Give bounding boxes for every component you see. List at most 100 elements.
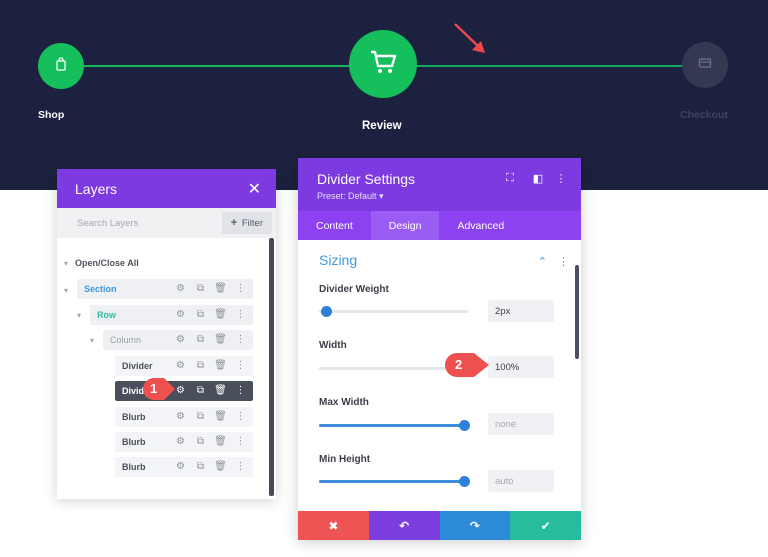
- gear-icon[interactable]: ⚙: [174, 460, 187, 473]
- credit-card-icon: [698, 56, 712, 75]
- gear-icon[interactable]: ⚙: [174, 410, 187, 423]
- step-review-label: Review: [362, 120, 402, 132]
- trash-icon[interactable]: 🗑: [214, 460, 227, 473]
- layer-item-divider-hovered[interactable]: Divider ⚙ ⧉ 🗑 ⋮: [115, 381, 253, 401]
- layer-label: Divider: [122, 386, 144, 396]
- layer-label: Divider: [122, 361, 153, 371]
- more-options-icon[interactable]: ⋮: [554, 171, 568, 185]
- trash-icon[interactable]: 🗑: [214, 282, 227, 295]
- slider-handle[interactable]: [321, 306, 332, 317]
- sizing-section-title[interactable]: Sizing: [319, 252, 357, 268]
- step-review-circle[interactable]: [349, 30, 417, 98]
- divider-weight-slider[interactable]: [319, 306, 468, 317]
- more-icon[interactable]: ⋮: [234, 410, 247, 423]
- preset-dropdown[interactable]: Preset: Default ▾: [317, 191, 384, 202]
- max-width-input[interactable]: none: [488, 413, 554, 435]
- duplicate-icon[interactable]: ⧉: [194, 460, 207, 473]
- step-shop-circle[interactable]: [38, 43, 84, 89]
- layer-item-row[interactable]: Row ⚙ ⧉ 🗑 ⋮: [90, 305, 253, 325]
- more-icon[interactable]: ⋮: [234, 308, 247, 321]
- more-icon[interactable]: ⋮: [234, 435, 247, 448]
- settings-footer: ✖ ↶ ↷ ✔: [298, 511, 581, 540]
- fullscreen-icon[interactable]: ⛶: [503, 171, 517, 185]
- chevron-down-icon[interactable]: ▾: [64, 286, 68, 295]
- tab-advanced[interactable]: Advanced: [439, 211, 522, 240]
- duplicate-icon[interactable]: ⧉: [194, 384, 207, 397]
- trash-icon[interactable]: 🗑: [214, 333, 227, 346]
- gear-icon[interactable]: ⚙: [174, 282, 187, 295]
- layers-scrollbar[interactable]: [269, 238, 274, 496]
- min-height-label: Min Height: [319, 454, 371, 465]
- duplicate-icon[interactable]: ⧉: [194, 435, 207, 448]
- slider-fill: [319, 424, 463, 427]
- layer-actions: ⚙ ⧉ 🗑 ⋮: [174, 282, 247, 295]
- trash-icon[interactable]: 🗑: [214, 384, 227, 397]
- layer-item-section[interactable]: Section ⚙ ⧉ 🗑 ⋮: [77, 279, 253, 299]
- step-badge-2: 2: [444, 352, 489, 377]
- chevron-down-icon[interactable]: ▾: [77, 311, 81, 320]
- step-checkout-circle[interactable]: [682, 42, 728, 88]
- layer-label: Column: [110, 335, 142, 345]
- shopping-bag-icon: [54, 56, 68, 76]
- layer-actions: ⚙ ⧉ 🗑 ⋮: [174, 435, 247, 448]
- duplicate-icon[interactable]: ⧉: [194, 308, 207, 321]
- gear-icon[interactable]: ⚙: [174, 359, 187, 372]
- layer-item-blurb[interactable]: Blurb ⚙ ⧉ 🗑 ⋮: [115, 407, 253, 427]
- more-icon[interactable]: ⋮: [234, 333, 247, 346]
- close-icon[interactable]: ✕: [248, 179, 261, 199]
- cancel-button[interactable]: ✖: [298, 511, 369, 540]
- layer-actions: ⚙ ⧉ 🗑 ⋮: [174, 359, 247, 372]
- trash-icon[interactable]: 🗑: [214, 435, 227, 448]
- settings-scrollbar[interactable]: [575, 265, 579, 359]
- gear-icon[interactable]: ⚙: [174, 308, 187, 321]
- chevron-down-icon: ▾: [64, 259, 69, 268]
- trash-icon[interactable]: 🗑: [214, 308, 227, 321]
- duplicate-icon[interactable]: ⧉: [194, 410, 207, 423]
- section-controls: ⌃ ⋮: [538, 255, 569, 268]
- duplicate-icon[interactable]: ⧉: [194, 282, 207, 295]
- slider-fill: [319, 480, 463, 483]
- layer-item-column[interactable]: Column ⚙ ⧉ 🗑 ⋮: [103, 330, 253, 350]
- gear-icon[interactable]: ⚙: [174, 333, 187, 346]
- divider-weight-input[interactable]: 2px: [488, 300, 554, 322]
- search-layers-input[interactable]: [77, 217, 207, 229]
- more-icon[interactable]: ⋮: [234, 282, 247, 295]
- chevron-up-icon[interactable]: ⌃: [538, 255, 547, 268]
- layer-item-divider[interactable]: Divider ⚙ ⧉ 🗑 ⋮: [115, 356, 253, 376]
- filter-button[interactable]: + Filter: [221, 212, 272, 234]
- more-icon[interactable]: ⋮: [234, 384, 247, 397]
- tab-design[interactable]: Design: [370, 211, 440, 240]
- tab-content[interactable]: Content: [298, 211, 371, 240]
- toggle-all-label: Open/Close All: [75, 258, 139, 268]
- more-icon[interactable]: ⋮: [558, 255, 569, 268]
- trash-icon[interactable]: 🗑: [214, 410, 227, 423]
- progress-line-active: [415, 65, 683, 67]
- layer-label: Blurb: [122, 412, 146, 422]
- step-checkout-label: Checkout: [680, 109, 728, 121]
- duplicate-icon[interactable]: ⧉: [194, 333, 207, 346]
- more-icon[interactable]: ⋮: [234, 460, 247, 473]
- save-button[interactable]: ✔: [510, 511, 581, 540]
- badge-number: 2: [455, 357, 463, 372]
- duplicate-icon[interactable]: ⧉: [194, 359, 207, 372]
- min-height-input[interactable]: auto: [488, 470, 554, 492]
- layer-item-blurb[interactable]: Blurb ⚙ ⧉ 🗑 ⋮: [115, 457, 253, 477]
- undo-button[interactable]: ↶: [368, 511, 440, 540]
- redo-button[interactable]: ↷: [439, 511, 511, 540]
- gear-icon[interactable]: ⚙: [174, 435, 187, 448]
- slider-handle[interactable]: [459, 420, 470, 431]
- open-close-all-toggle[interactable]: ▾ Open/Close All: [64, 258, 139, 268]
- layer-actions: ⚙ ⧉ 🗑 ⋮: [174, 384, 247, 397]
- more-icon[interactable]: ⋮: [234, 359, 247, 372]
- min-height-slider[interactable]: [319, 476, 470, 487]
- max-width-slider[interactable]: [319, 420, 470, 431]
- slider-handle[interactable]: [459, 476, 470, 487]
- chevron-down-icon[interactable]: ▾: [90, 336, 94, 345]
- split-view-icon[interactable]: ◧: [531, 171, 545, 185]
- layer-item-blurb[interactable]: Blurb ⚙ ⧉ 🗑 ⋮: [115, 432, 253, 452]
- divider-settings-panel: Divider Settings Preset: Default ▾ ⛶ ◧ ⋮…: [298, 158, 581, 540]
- trash-icon[interactable]: 🗑: [214, 359, 227, 372]
- settings-header: Divider Settings Preset: Default ▾ ⛶ ◧ ⋮: [298, 158, 581, 211]
- width-input[interactable]: 100%: [488, 356, 554, 378]
- pointer-arrow-icon: [454, 23, 485, 53]
